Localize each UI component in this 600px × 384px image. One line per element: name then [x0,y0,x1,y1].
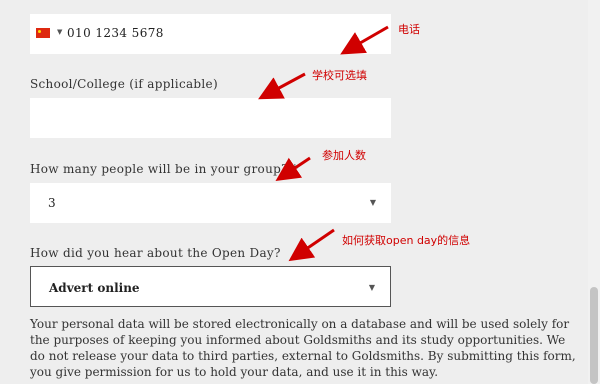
school-annotation: 学校可选填 [312,69,367,82]
phone-arrow [340,25,389,55]
group-arrow [275,156,311,181]
annotation-arrows [258,25,389,262]
hear-arrow [288,228,335,262]
phone-annotation: 电话 [398,23,420,36]
school-arrow [258,72,306,100]
hear-annotation: 如何获取open day的信息 [342,234,471,247]
group-annotation: 参加人数 [322,149,366,162]
